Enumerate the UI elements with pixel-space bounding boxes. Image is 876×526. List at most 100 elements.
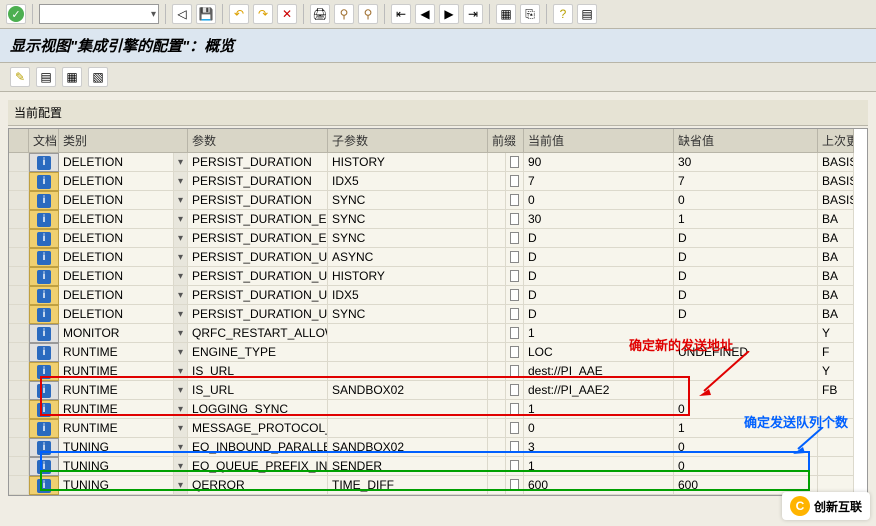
checkbox[interactable] bbox=[506, 286, 524, 305]
doc-icon[interactable]: i bbox=[29, 153, 59, 172]
checkbox[interactable] bbox=[506, 229, 524, 248]
doc-icon[interactable]: i bbox=[29, 229, 59, 248]
row-selector[interactable] bbox=[9, 267, 29, 286]
dropdown-icon[interactable]: ▾ bbox=[174, 362, 188, 381]
column-header[interactable]: 前缀 bbox=[488, 129, 524, 153]
edit-icon[interactable]: ✎ bbox=[10, 67, 30, 87]
checkbox[interactable] bbox=[506, 324, 524, 343]
dropdown-icon[interactable]: ▾ bbox=[174, 172, 188, 191]
checkbox[interactable] bbox=[506, 419, 524, 438]
print-icon[interactable]: 🖨 bbox=[310, 4, 330, 24]
doc-icon[interactable]: i bbox=[29, 343, 59, 362]
dropdown-icon[interactable]: ▾ bbox=[174, 324, 188, 343]
doc-icon[interactable]: i bbox=[29, 267, 59, 286]
column-header[interactable]: 类别 bbox=[59, 129, 188, 153]
prev-page-icon[interactable]: ◀ bbox=[415, 4, 435, 24]
checkbox[interactable] bbox=[506, 381, 524, 400]
select-all-icon[interactable]: ▦ bbox=[62, 67, 82, 87]
doc-icon[interactable]: i bbox=[29, 381, 59, 400]
dropdown-icon[interactable]: ▾ bbox=[174, 476, 188, 495]
dropdown-icon[interactable]: ▾ bbox=[174, 153, 188, 172]
next-page-icon[interactable]: ▶ bbox=[439, 4, 459, 24]
row-selector[interactable] bbox=[9, 362, 29, 381]
command-field[interactable]: ▾ bbox=[39, 4, 159, 24]
checkbox[interactable] bbox=[506, 267, 524, 286]
select-icon[interactable]: ▤ bbox=[36, 67, 56, 87]
checkbox[interactable] bbox=[506, 172, 524, 191]
save-icon[interactable]: 💾 bbox=[196, 4, 216, 24]
last-page-icon[interactable]: ⇥ bbox=[463, 4, 483, 24]
column-header[interactable]: 缺省值 bbox=[674, 129, 818, 153]
row-selector[interactable] bbox=[9, 324, 29, 343]
column-header[interactable]: 文档 bbox=[29, 129, 59, 153]
checkbox[interactable] bbox=[506, 438, 524, 457]
cancel-icon[interactable]: ✕ bbox=[277, 4, 297, 24]
doc-icon[interactable]: i bbox=[29, 457, 59, 476]
row-selector[interactable] bbox=[9, 419, 29, 438]
checkbox[interactable] bbox=[506, 400, 524, 419]
column-header[interactable] bbox=[9, 129, 29, 153]
row-selector[interactable] bbox=[9, 248, 29, 267]
checkbox[interactable] bbox=[506, 248, 524, 267]
row-selector[interactable] bbox=[9, 153, 29, 172]
checkbox[interactable] bbox=[506, 191, 524, 210]
row-selector[interactable] bbox=[9, 343, 29, 362]
doc-icon[interactable]: i bbox=[29, 191, 59, 210]
doc-icon[interactable]: i bbox=[29, 476, 59, 495]
layout-icon[interactable]: ▦ bbox=[496, 4, 516, 24]
first-page-icon[interactable]: ⇤ bbox=[391, 4, 411, 24]
row-selector[interactable] bbox=[9, 438, 29, 457]
doc-icon[interactable]: i bbox=[29, 286, 59, 305]
row-selector[interactable] bbox=[9, 305, 29, 324]
dropdown-icon[interactable]: ▾ bbox=[174, 191, 188, 210]
dropdown-icon[interactable]: ▾ bbox=[174, 343, 188, 362]
dropdown-icon[interactable]: ▾ bbox=[174, 419, 188, 438]
checkbox[interactable] bbox=[506, 343, 524, 362]
dropdown-icon[interactable]: ▾ bbox=[174, 457, 188, 476]
checkbox[interactable] bbox=[506, 457, 524, 476]
dropdown-icon[interactable]: ▾ bbox=[174, 400, 188, 419]
row-selector[interactable] bbox=[9, 191, 29, 210]
shortcut-icon[interactable]: ⎘ bbox=[520, 4, 540, 24]
find-next-icon[interactable]: ⚲ bbox=[358, 4, 378, 24]
local-layout-icon[interactable]: ▤ bbox=[577, 4, 597, 24]
doc-icon[interactable]: i bbox=[29, 248, 59, 267]
dropdown-icon[interactable]: ▾ bbox=[174, 381, 188, 400]
deselect-icon[interactable]: ▧ bbox=[88, 67, 108, 87]
doc-icon[interactable]: i bbox=[29, 400, 59, 419]
nav-left-icon[interactable]: ◁ bbox=[172, 4, 192, 24]
dropdown-icon[interactable]: ▾ bbox=[174, 210, 188, 229]
row-selector[interactable] bbox=[9, 400, 29, 419]
row-selector[interactable] bbox=[9, 457, 29, 476]
doc-icon[interactable]: i bbox=[29, 419, 59, 438]
doc-icon[interactable]: i bbox=[29, 305, 59, 324]
column-header[interactable]: 当前值 bbox=[524, 129, 674, 153]
back-icon[interactable]: ↶ bbox=[229, 4, 249, 24]
row-selector[interactable] bbox=[9, 286, 29, 305]
checkbox[interactable] bbox=[506, 305, 524, 324]
row-selector[interactable] bbox=[9, 229, 29, 248]
dropdown-icon[interactable]: ▾ bbox=[174, 305, 188, 324]
doc-icon[interactable]: i bbox=[29, 210, 59, 229]
checkbox[interactable] bbox=[506, 153, 524, 172]
doc-icon[interactable]: i bbox=[29, 324, 59, 343]
dropdown-icon[interactable]: ▾ bbox=[174, 248, 188, 267]
doc-icon[interactable]: i bbox=[29, 438, 59, 457]
checkbox[interactable] bbox=[506, 210, 524, 229]
dropdown-icon[interactable]: ▾ bbox=[174, 267, 188, 286]
dropdown-icon[interactable]: ▾ bbox=[174, 229, 188, 248]
doc-icon[interactable]: i bbox=[29, 362, 59, 381]
checkbox[interactable] bbox=[506, 362, 524, 381]
row-selector[interactable] bbox=[9, 476, 29, 495]
column-header[interactable]: 上次更 bbox=[818, 129, 854, 153]
column-header[interactable]: 参数 bbox=[188, 129, 328, 153]
dropdown-icon[interactable]: ▾ bbox=[174, 286, 188, 305]
ok-button[interactable]: ✓ bbox=[6, 4, 26, 24]
row-selector[interactable] bbox=[9, 172, 29, 191]
column-header[interactable]: 子参数 bbox=[328, 129, 488, 153]
row-selector[interactable] bbox=[9, 381, 29, 400]
row-selector[interactable] bbox=[9, 210, 29, 229]
exit-icon[interactable]: ↷ bbox=[253, 4, 273, 24]
doc-icon[interactable]: i bbox=[29, 172, 59, 191]
dropdown-icon[interactable]: ▾ bbox=[174, 438, 188, 457]
